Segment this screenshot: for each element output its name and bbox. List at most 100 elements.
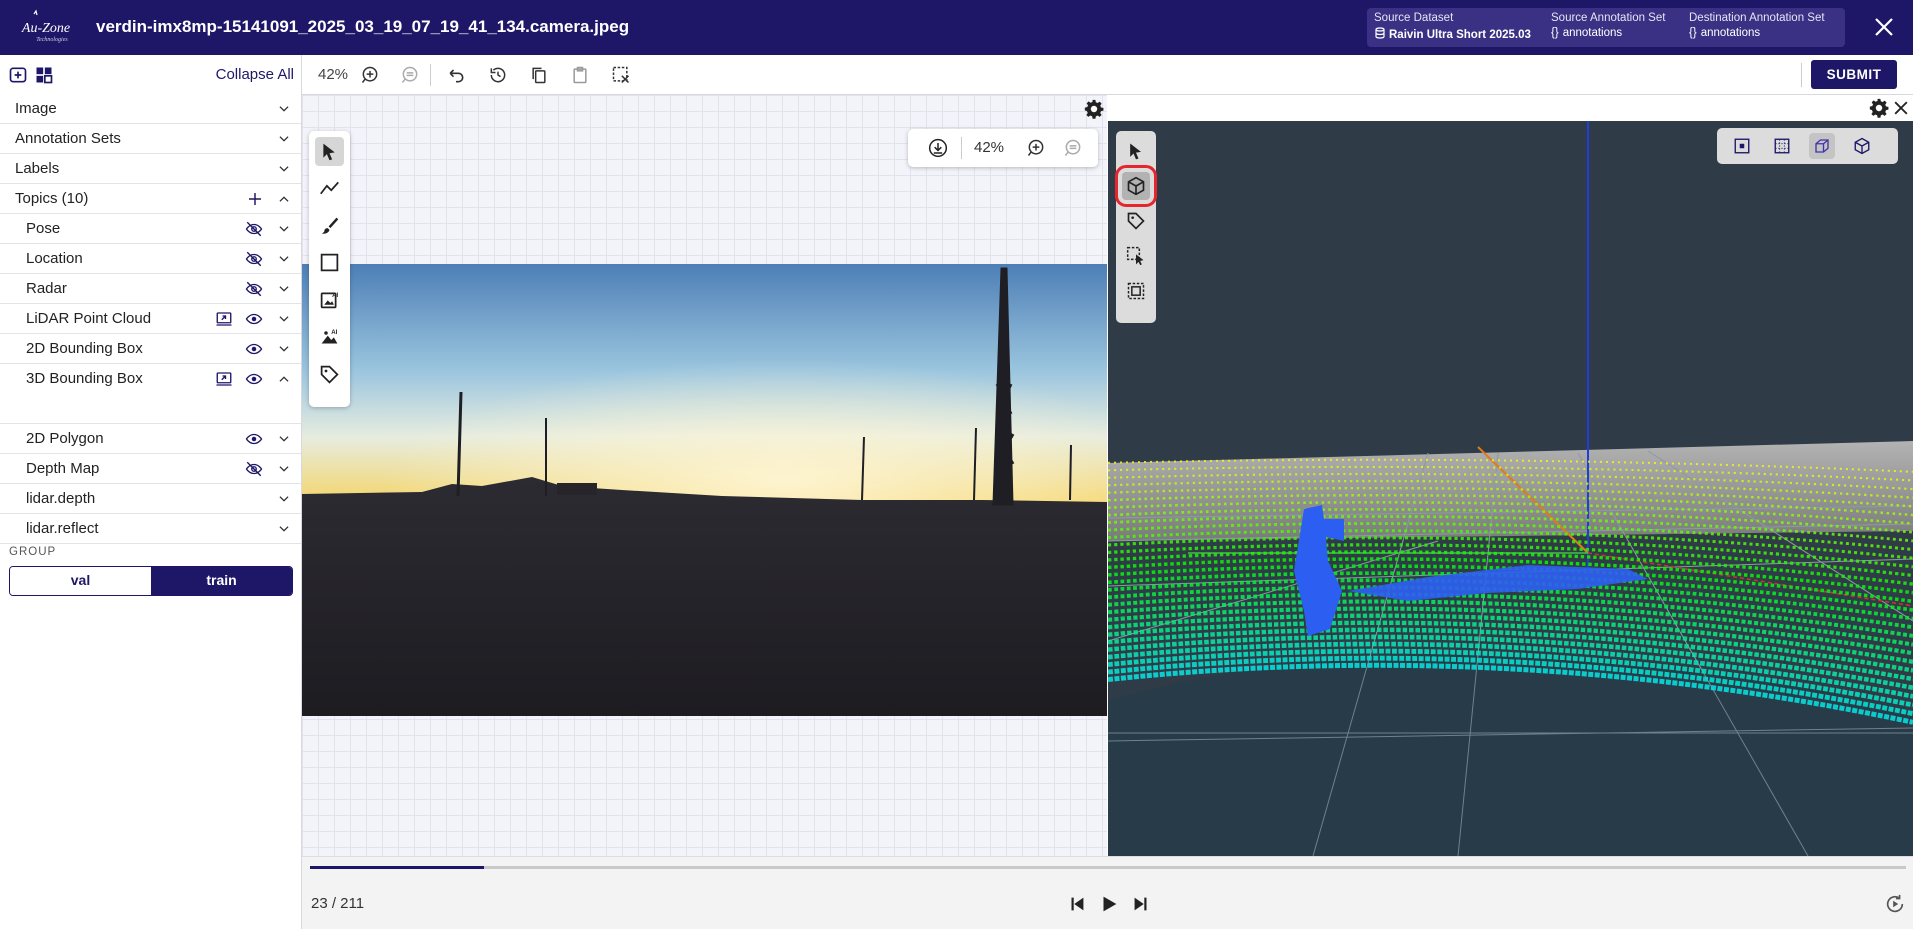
cube-view-icon[interactable] [1849, 133, 1875, 159]
group-train-button[interactable]: train [151, 567, 292, 595]
view-mode-switcher [1717, 128, 1898, 164]
chevron-down-icon [279, 256, 289, 262]
grid-view-icon[interactable] [34, 65, 54, 85]
source-dataset: Source Dataset Raivin Ultra Short 2025.0… [1374, 12, 1531, 41]
eye-icon[interactable] [244, 370, 264, 388]
polyline-icon[interactable] [315, 174, 344, 203]
tag-icon[interactable] [1122, 207, 1150, 235]
topic-2d-bounding-box[interactable]: 2D Bounding Box [0, 334, 301, 364]
gear-icon[interactable] [1083, 98, 1105, 120]
progress-track[interactable] [310, 866, 1906, 869]
lasso-select-icon[interactable] [1122, 242, 1150, 270]
source-annotation-set: Source Annotation Set {} annotations [1551, 12, 1665, 39]
drawing-toolbar: AI AI [309, 131, 350, 407]
close-icon[interactable] [1872, 15, 1896, 39]
topic-location[interactable]: Location [0, 244, 301, 274]
progress-fill [310, 866, 484, 869]
chevron-up-icon [279, 196, 289, 202]
skip-previous-icon[interactable] [1066, 893, 1088, 915]
chevron-down-icon [279, 226, 289, 232]
top-view-icon[interactable] [1729, 133, 1755, 159]
topics-sidebar: Collapse All Image Annotation Sets Label… [0, 55, 302, 929]
braces-icon: {} [1551, 27, 1559, 39]
eye-off-icon[interactable] [244, 280, 264, 298]
chevron-down-icon [279, 436, 289, 442]
au-zone-logo: Au-Zone Technologies [16, 8, 76, 48]
group-val-button[interactable]: val [10, 567, 151, 595]
perspective-view-icon[interactable] [1809, 133, 1835, 159]
select-pointer-icon[interactable] [1122, 137, 1150, 165]
auto-box-icon[interactable] [1122, 277, 1150, 305]
chevron-down-icon [279, 316, 289, 322]
3d-cuboid-icon[interactable] [1115, 165, 1157, 207]
chevron-down-icon [279, 106, 289, 112]
group-label: GROUP [9, 546, 57, 558]
svg-text:AI: AI [332, 292, 338, 299]
history-icon[interactable] [488, 65, 508, 85]
skip-next-icon[interactable] [1130, 893, 1152, 915]
brush-icon[interactable] [315, 211, 344, 240]
image-zoom-level: 42% [974, 139, 1005, 156]
add-topic-icon[interactable] [247, 191, 263, 207]
source-annotation-label: Source Annotation Set [1551, 12, 1666, 24]
group-toggle: val train [9, 566, 293, 596]
image-view: AI AI 42% [302, 95, 1107, 856]
topic-3d-bounding-box[interactable]: 3D Bounding Box [0, 364, 301, 424]
camera-image[interactable] [302, 264, 1107, 716]
eye-icon[interactable] [244, 430, 264, 448]
undo-icon[interactable] [446, 65, 466, 85]
eye-off-icon[interactable] [244, 220, 264, 238]
eye-off-icon[interactable] [244, 250, 264, 268]
select-pointer-icon[interactable] [315, 137, 344, 166]
grid-view-icon[interactable] [1769, 133, 1795, 159]
rectangle-icon[interactable] [315, 248, 344, 277]
topic-lidar-point-cloud[interactable]: LiDAR Point Cloud [0, 304, 301, 334]
dataset-info-panel: Source Dataset Raivin Ultra Short 2025.0… [1367, 8, 1845, 47]
section-topics[interactable]: Topics (10) [0, 184, 301, 214]
braces-icon: {} [1689, 27, 1697, 39]
sidebar-header: Collapse All [0, 55, 302, 93]
screen-share-icon[interactable] [214, 370, 234, 388]
section-labels[interactable]: Labels [0, 154, 301, 184]
section-image[interactable]: Image [0, 94, 301, 124]
dest-annotation-value: annotations [1700, 27, 1761, 39]
dest-annotation-label: Destination Annotation Set [1689, 12, 1825, 24]
point-cloud-canvas[interactable] [1108, 121, 1913, 856]
main-toolbar: 42% SUBMIT [302, 55, 1913, 95]
chevron-down-icon [279, 286, 289, 292]
source-annotation-value: annotations [1562, 27, 1623, 39]
lidar-scan-line [1108, 592, 1913, 638]
topic-depth-map[interactable]: Depth Map [0, 454, 301, 484]
screen-share-icon[interactable] [214, 310, 234, 328]
collapse-all-link[interactable]: Collapse All [216, 66, 294, 83]
zoom-out-icon[interactable] [1063, 138, 1083, 158]
deselect-icon[interactable] [611, 65, 631, 85]
topic-pose[interactable]: Pose [0, 214, 301, 244]
eye-off-icon[interactable] [244, 460, 264, 478]
zoom-out-icon[interactable] [400, 65, 420, 85]
zoom-in-icon[interactable] [360, 65, 380, 85]
add-box-icon[interactable] [8, 65, 28, 85]
close-icon[interactable] [1891, 98, 1911, 118]
topic-lidar-depth[interactable]: lidar.depth [0, 484, 301, 514]
app-header: Au-Zone Technologies verdin-imx8mp-15141… [0, 0, 1913, 55]
eye-icon[interactable] [244, 340, 264, 358]
topic-2d-polygon[interactable]: 2D Polygon [0, 424, 301, 454]
ai-image-icon[interactable]: AI [315, 285, 344, 314]
section-annotation-sets[interactable]: Annotation Sets [0, 124, 301, 154]
topic-radar[interactable]: Radar [0, 274, 301, 304]
topic-lidar-reflect[interactable]: lidar.reflect [0, 514, 301, 544]
play-icon[interactable] [1098, 893, 1120, 915]
zoom-divider [961, 137, 962, 159]
tag-icon[interactable] [315, 360, 344, 389]
autoplay-icon[interactable] [1884, 893, 1906, 915]
gear-icon[interactable] [1868, 97, 1890, 119]
paste-icon[interactable] [570, 65, 590, 85]
toolbar-divider [430, 64, 431, 86]
download-icon[interactable] [928, 138, 948, 158]
ai-segment-icon[interactable]: AI [315, 322, 344, 351]
zoom-in-icon[interactable] [1026, 138, 1046, 158]
copy-icon[interactable] [529, 65, 549, 85]
eye-icon[interactable] [244, 310, 264, 328]
submit-button[interactable]: SUBMIT [1811, 60, 1897, 89]
